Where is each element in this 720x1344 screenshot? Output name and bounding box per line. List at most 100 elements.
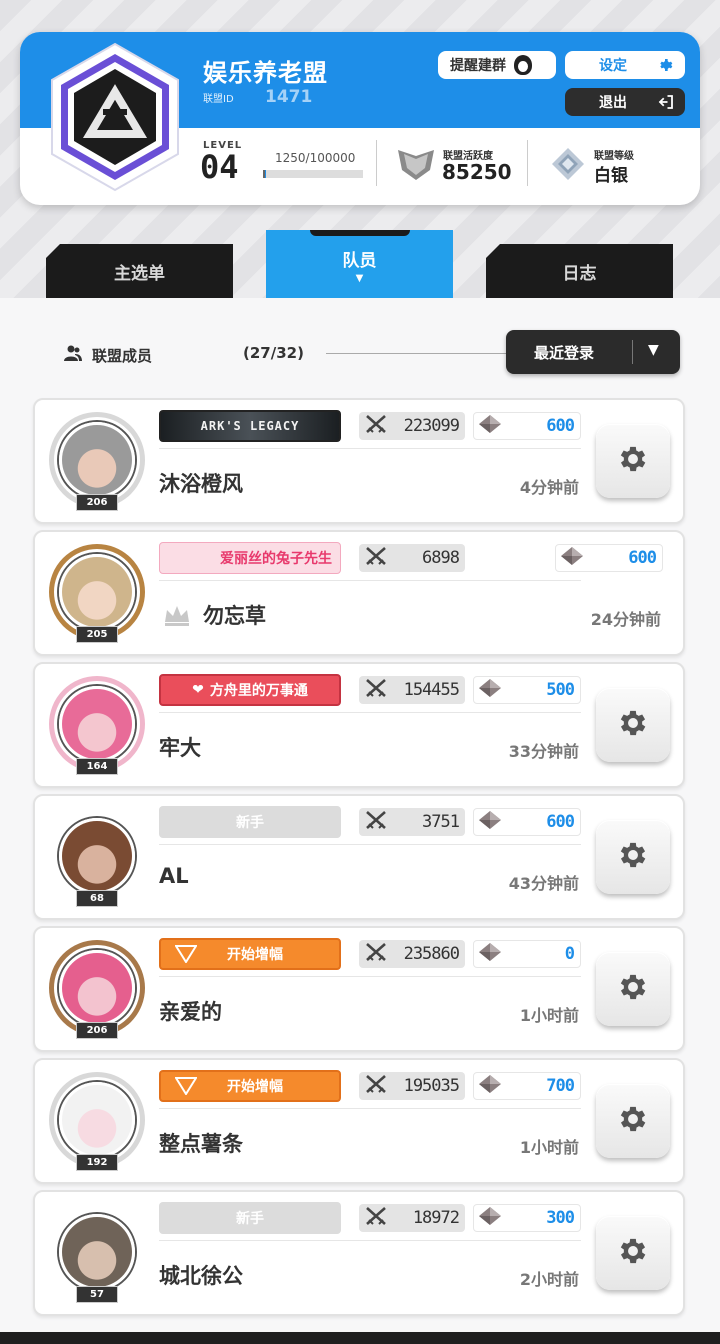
member-level-badge: 206 [76, 1022, 118, 1039]
gear-icon [660, 59, 673, 71]
gear-icon [616, 1234, 650, 1272]
diamond-icon [560, 546, 584, 571]
remind-group-label: 提醒建群 [450, 58, 506, 74]
combat-power-value: 18972 [412, 1208, 460, 1228]
member-title-badge: 新手 [159, 1202, 341, 1234]
avatar-portrait [59, 1082, 135, 1158]
combat-power: 3751 [359, 808, 465, 836]
rank-label: 联盟等级 [594, 151, 634, 162]
row-divider [159, 712, 581, 713]
member-settings-button[interactable] [596, 952, 670, 1026]
member-settings-button[interactable] [596, 820, 670, 894]
contribution-points: 300 [473, 1204, 581, 1232]
contribution-value: 700 [546, 1076, 575, 1096]
combat-power: 6898 [359, 544, 465, 572]
avatar[interactable]: 206 [45, 936, 149, 1040]
avatar[interactable]: 164 [45, 672, 149, 776]
rank-silver-icon [552, 148, 584, 180]
diamond-icon [478, 414, 502, 439]
crossed-swords-icon [365, 546, 387, 571]
avatar[interactable]: 205 [45, 540, 149, 644]
row-divider [159, 1240, 581, 1241]
gear-icon [616, 1102, 650, 1140]
member-card[interactable]: 206 ARK'S LEGACY 223099 600 沐浴橙风 4分钟前 [33, 398, 685, 524]
gear-icon [616, 970, 650, 1008]
members-count: (27/32) [243, 344, 304, 362]
member-card[interactable]: 206 开始增幅 235860 0 亲爱的 1小时前 [33, 926, 685, 1052]
member-settings-button[interactable] [596, 688, 670, 762]
member-settings-button[interactable] [596, 1216, 670, 1290]
member-title-badge: ❤ 方舟里的万事通 [159, 674, 341, 706]
diamond-icon [478, 810, 502, 835]
avatar[interactable]: 68 [45, 804, 149, 908]
guild-emblem-icon [51, 42, 179, 192]
stat-divider [527, 140, 528, 186]
combat-power-value: 223099 [403, 416, 460, 436]
row-divider [159, 1108, 581, 1109]
member-settings-button[interactable] [596, 1084, 670, 1158]
row-divider [159, 448, 581, 449]
combat-power-value: 154455 [403, 680, 460, 700]
remind-group-button[interactable]: 提醒建群 [438, 51, 556, 79]
crown-icon [165, 606, 189, 626]
member-title-label: 开始增幅 [227, 1079, 283, 1095]
row-divider [159, 976, 581, 977]
avatar[interactable]: 192 [45, 1068, 149, 1172]
contribution-value: 600 [628, 548, 657, 568]
tab-members[interactable]: 队员 ▼ [266, 230, 453, 298]
tab-members-label: 队员 [342, 251, 377, 271]
combat-power: 235860 [359, 940, 465, 968]
members-label: 联盟成员 [92, 347, 153, 365]
avatar[interactable]: 206 [45, 408, 149, 512]
diamond-icon [478, 942, 502, 967]
tab-log[interactable]: 日志 [486, 244, 673, 298]
contribution-value: 500 [546, 680, 575, 700]
settings-button[interactable]: 设定 [565, 51, 685, 79]
member-settings-button[interactable] [596, 424, 670, 498]
member-title-badge: 爱丽丝的兔子先生 [159, 542, 341, 574]
member-level-badge: 192 [76, 1154, 118, 1171]
member-title-badge: 新手 [159, 806, 341, 838]
member-card[interactable]: 68 新手 3751 600 AL 43分钟前 [33, 794, 685, 920]
member-card[interactable]: 205 爱丽丝的兔子先生 6898 600 勿忘草 24分钟前 [33, 530, 685, 656]
tab-main-menu[interactable]: 主选单 [46, 244, 233, 298]
last-login-time: 4分钟前 [519, 478, 579, 497]
guild-id-label: 联盟ID [203, 94, 234, 105]
combat-power: 223099 [359, 412, 465, 440]
member-level-badge: 205 [76, 626, 118, 643]
sort-dropdown[interactable]: 最近登录 ▼ [506, 330, 680, 374]
logout-button[interactable]: 退出 [565, 88, 685, 116]
members-icon [64, 345, 82, 361]
member-title-label: 爱丽丝的兔子先生 [220, 551, 332, 567]
crossed-swords-icon [365, 942, 387, 967]
contribution-value: 600 [546, 812, 575, 832]
combat-power-value: 6898 [422, 548, 460, 568]
member-title-label: ARK'S LEGACY [200, 419, 300, 433]
member-card[interactable]: 192 开始增幅 195035 700 整点薯条 1小时前 [33, 1058, 685, 1184]
member-card[interactable]: 164 ❤ 方舟里的万事通 154455 500 牢大 33分钟前 [33, 662, 685, 788]
chevron-down-icon: ▼ [648, 342, 659, 358]
tab-main-menu-label: 主选单 [114, 263, 165, 284]
avatar[interactable]: 57 [45, 1200, 149, 1304]
sort-separator [632, 340, 633, 364]
tab-notch [310, 230, 410, 236]
member-level-badge: 206 [76, 494, 118, 511]
guild-id-value: 1471 [265, 87, 313, 107]
gear-icon [616, 706, 650, 744]
exit-icon [658, 95, 673, 109]
diamond-icon [478, 1074, 502, 1099]
member-name: 沐浴橙风 [159, 472, 243, 496]
avatar-portrait [59, 950, 135, 1026]
member-card[interactable]: 57 新手 18972 300 城北徐公 2小时前 [33, 1190, 685, 1316]
member-name: 牢大 [159, 736, 201, 760]
crossed-swords-icon [365, 1074, 387, 1099]
combat-power-value: 235860 [403, 944, 460, 964]
last-login-time: 43分钟前 [508, 874, 579, 893]
crossed-swords-icon [365, 414, 387, 439]
contribution-points: 600 [473, 412, 581, 440]
gear-icon [616, 442, 650, 480]
contribution-value: 0 [564, 944, 575, 964]
crossed-swords-icon [365, 1206, 387, 1231]
contribution-points: 600 [555, 544, 663, 572]
guild-name: 娱乐养老盟 [203, 59, 328, 87]
